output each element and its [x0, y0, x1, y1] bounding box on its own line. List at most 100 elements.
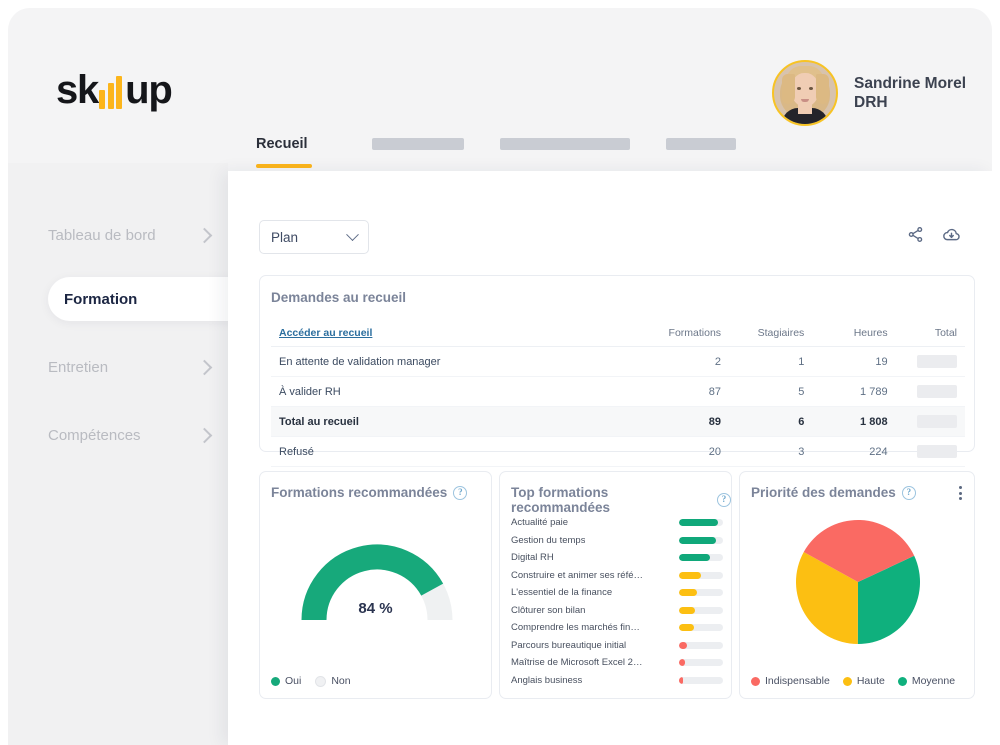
legend-dot-icon [843, 677, 852, 686]
sidebar-item-label: Tableau de bord [48, 227, 156, 244]
formations-recommandees-card: Formations recommandées ? 84 % Oui Non [259, 471, 492, 699]
table-row[interactable]: En attente de validation manager 2 1 19 [271, 347, 965, 377]
row-total [896, 437, 965, 467]
column-header-total: Total [896, 320, 965, 347]
sidebar-item-formation[interactable]: Formation [48, 277, 244, 321]
table-row[interactable]: À valider RH 87 5 1 789 [271, 377, 965, 407]
top-formation-row[interactable]: Digital RH [511, 549, 723, 567]
plan-select-value: Plan [271, 230, 298, 245]
card-title: Top formations recommandées ? [511, 485, 731, 515]
info-icon[interactable]: ? [453, 486, 467, 500]
row-formations: 20 [646, 437, 729, 467]
top-formation-bar [679, 642, 723, 649]
info-icon[interactable]: ? [902, 486, 916, 500]
column-header-acceder-au-recueil[interactable]: Accéder au recueil [271, 320, 646, 347]
table-row[interactable]: Refusé 20 3 224 [271, 437, 965, 467]
chevron-down-icon [346, 228, 359, 241]
row-formations: 2 [646, 347, 729, 377]
top-bar: sk up Sandrine Morel DRH [8, 8, 992, 163]
top-formation-row[interactable]: L'essentiel de la finance [511, 584, 723, 602]
chevron-right-icon [197, 359, 213, 375]
plan-select[interactable]: Plan [259, 220, 369, 254]
row-heures: 19 [812, 347, 895, 377]
top-formation-row[interactable]: Gestion du temps [511, 532, 723, 550]
info-icon[interactable]: ? [717, 493, 731, 507]
row-formations: 89 [646, 407, 729, 437]
redacted-value [917, 415, 957, 428]
avatar[interactable] [772, 60, 838, 126]
cloud-download-icon[interactable] [942, 225, 961, 249]
legend-dot-icon [898, 677, 907, 686]
card-title: Formations recommandées ? [271, 485, 467, 500]
row-stagiaires: 1 [729, 347, 812, 377]
logo-bars-icon [99, 75, 122, 109]
tab-placeholder-3[interactable] [666, 138, 736, 150]
user-profile[interactable]: Sandrine Morel DRH [772, 60, 966, 126]
row-stagiaires: 5 [729, 377, 812, 407]
demandes-table: Accéder au recueil Formations Stagiaires… [271, 320, 965, 467]
top-formation-row[interactable]: Anglais business [511, 672, 723, 690]
row-heures: 1 789 [812, 377, 895, 407]
sidebar-item-competences[interactable]: Compétences [48, 413, 228, 457]
top-formations-list: Actualité paie Gestion du tempsDigital RH… [511, 514, 723, 689]
pie-chart [740, 512, 974, 652]
top-formation-label: Construire et animer ses référent… [511, 570, 643, 581]
tab-placeholder-2[interactable] [500, 138, 630, 150]
top-formation-label: Clôturer son bilan [511, 605, 585, 616]
top-formation-bar [679, 537, 723, 544]
redacted-value [917, 385, 957, 398]
tab-placeholder-1[interactable] [372, 138, 464, 150]
kebab-menu-icon[interactable] [959, 486, 962, 503]
sidebar-item-label: Entretien [48, 359, 108, 376]
sidebar-item-tableau-de-bord[interactable]: Tableau de bord [48, 213, 228, 257]
legend-item-non[interactable]: Non [315, 675, 350, 687]
sidebar-item-entretien[interactable]: Entretien [48, 345, 228, 389]
redacted-value [917, 355, 957, 368]
row-formations: 87 [646, 377, 729, 407]
card-title-label: Top formations recommandées [511, 485, 711, 515]
user-name: Sandrine Morel [854, 74, 966, 93]
row-total [896, 347, 965, 377]
top-formation-bar [679, 607, 723, 614]
priorite-des-demandes-card: Priorité des demandes ? IndispensableHau… [739, 471, 975, 699]
top-formation-row[interactable]: Clôturer son bilan [511, 602, 723, 620]
legend-item-oui[interactable]: Oui [271, 675, 301, 687]
sidebar-item-label: Compétences [48, 427, 141, 444]
top-formation-label: Maîtrise de Microsoft Excel 2020 [511, 657, 643, 668]
row-total [896, 407, 965, 437]
chevron-right-icon [197, 427, 213, 443]
table-row-total[interactable]: Total au recueil 89 6 1 808 [271, 407, 965, 437]
top-formation-row[interactable]: Comprendre les marchés financi… [511, 619, 723, 637]
legend-item[interactable]: Haute [843, 675, 885, 687]
legend-dot-icon [751, 677, 760, 686]
legend-dot-icon [271, 677, 280, 686]
top-formation-row[interactable]: Parcours bureautique initial [511, 637, 723, 655]
redacted-value [917, 445, 957, 458]
row-heures: 1 808 [812, 407, 895, 437]
tab-recueil-label: Recueil [256, 136, 308, 152]
skillup-logo[interactable]: sk up [56, 64, 172, 110]
top-formation-row[interactable]: Construire et animer ses référent… [511, 567, 723, 585]
share-icon[interactable] [907, 226, 924, 248]
gauge-legend: Oui Non [271, 675, 351, 687]
top-formation-bar [679, 624, 723, 631]
top-formation-label: L'essentiel de la finance [511, 587, 612, 598]
logo-text-prefix: sk [56, 70, 98, 110]
tab-bar: Recueil [256, 136, 736, 168]
top-formation-bar [679, 572, 723, 579]
tab-recueil[interactable]: Recueil [256, 136, 308, 168]
top-formation-row[interactable]: Actualité paie [511, 514, 723, 532]
card-title-label: Demandes au recueil [271, 290, 406, 305]
row-label: En attente de validation manager [271, 347, 646, 377]
sidebar-item-label: Formation [64, 291, 137, 308]
top-formations-recommandees-card: Top formations recommandées ? Actualité … [499, 471, 732, 699]
legend-item[interactable]: Moyenne [898, 675, 955, 687]
legend-item[interactable]: Indispensable [751, 675, 830, 687]
top-formation-bar [679, 554, 723, 561]
legend-label: Moyenne [912, 675, 955, 687]
top-formation-label: Actualité paie [511, 517, 568, 528]
top-formation-bar [679, 519, 723, 526]
top-formation-row[interactable]: Maîtrise de Microsoft Excel 2020 [511, 654, 723, 672]
legend-label: Haute [857, 675, 885, 687]
row-heures: 224 [812, 437, 895, 467]
